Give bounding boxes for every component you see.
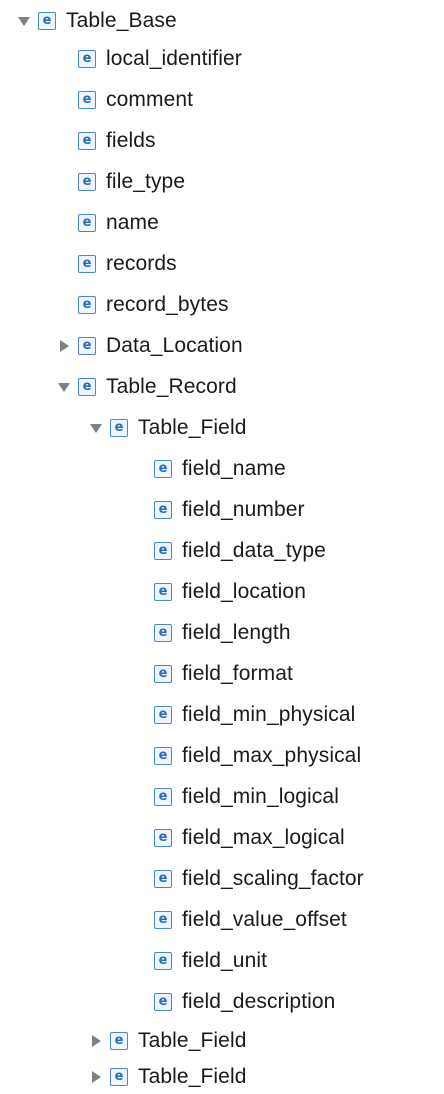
element-icon: e: [78, 91, 96, 109]
tree-node-label: field_min_logical: [182, 785, 339, 808]
element-icon: e: [154, 706, 172, 724]
tree-node-label: field_max_physical: [182, 744, 362, 767]
tree-node-field-value-offset[interactable]: e field_value_offset: [154, 903, 347, 937]
tree-node-label: Table_Base: [66, 9, 177, 32]
tree-node-field-location[interactable]: e field_location: [154, 575, 306, 609]
element-icon: e: [154, 747, 172, 765]
tree-node-label: field_value_offset: [182, 908, 347, 931]
tree-node-table-field-2[interactable]: e Table_Field: [86, 1024, 247, 1058]
tree-node-label: comment: [106, 88, 194, 111]
element-icon: e: [78, 337, 96, 355]
tree-node-label: Table_Field: [138, 1029, 247, 1052]
tree-node-field-max-logical[interactable]: e field_max_logical: [154, 821, 345, 855]
element-icon: e: [78, 214, 96, 232]
tree-node-field-length[interactable]: e field_length: [154, 616, 291, 650]
element-icon: e: [110, 1068, 128, 1086]
tree-node-table-base[interactable]: e Table_Base: [14, 4, 177, 38]
tree-node-label: field_length: [182, 621, 291, 644]
tree-node-label: Table_Field: [138, 416, 247, 439]
element-icon: e: [78, 255, 96, 273]
disclosure-collapsed-icon[interactable]: [54, 336, 74, 356]
tree-node-fields[interactable]: e fields: [78, 124, 156, 158]
tree-node-field-min-physical[interactable]: e field_min_physical: [154, 698, 355, 732]
element-icon: e: [154, 665, 172, 683]
element-icon: e: [78, 296, 96, 314]
tree-node-label: field_min_physical: [182, 703, 356, 726]
tree-node-comment[interactable]: e comment: [78, 83, 193, 117]
element-icon: e: [110, 419, 128, 437]
element-icon: e: [154, 501, 172, 519]
tree-node-field-unit[interactable]: e field_unit: [154, 944, 267, 978]
tree-node-label: field_data_type: [182, 539, 326, 562]
element-icon: e: [154, 583, 172, 601]
tree-node-label: field_name: [182, 457, 286, 480]
tree-node-field-data-type[interactable]: e field_data_type: [154, 534, 326, 568]
tree-node-table-field[interactable]: e Table_Field: [86, 411, 247, 445]
tree-node-label: local_identifier: [106, 47, 242, 70]
element-icon: e: [154, 870, 172, 888]
tree-node-label: record_bytes: [106, 293, 229, 316]
element-icon: e: [154, 460, 172, 478]
element-icon: e: [154, 624, 172, 642]
tree-node-label: field_max_logical: [182, 826, 345, 849]
element-icon: e: [154, 993, 172, 1011]
tree-node-label: field_scaling_factor: [182, 867, 364, 890]
element-icon: e: [38, 12, 56, 30]
element-icon: e: [154, 788, 172, 806]
tree-node-field-format[interactable]: e field_format: [154, 657, 293, 691]
tree-node-label: field_unit: [182, 949, 268, 972]
tree-node-label: field_location: [182, 580, 306, 603]
tree-node-label: Table_Record: [106, 375, 237, 398]
element-icon: e: [78, 378, 96, 396]
element-icon: e: [154, 952, 172, 970]
tree-node-field-name[interactable]: e field_name: [154, 452, 286, 486]
element-icon: e: [78, 50, 96, 68]
tree-node-records[interactable]: e records: [78, 247, 177, 281]
tree-node-label: fields: [106, 129, 156, 152]
tree-node-label: field_format: [182, 662, 293, 685]
tree-node-label: records: [106, 252, 177, 275]
disclosure-expanded-icon[interactable]: [54, 377, 74, 397]
element-icon: e: [154, 911, 172, 929]
disclosure-expanded-icon[interactable]: [14, 11, 34, 31]
disclosure-expanded-icon[interactable]: [86, 418, 106, 438]
element-icon: e: [78, 132, 96, 150]
tree-node-label: file_type: [106, 170, 186, 193]
tree-node-field-scaling-factor[interactable]: e field_scaling_factor: [154, 862, 364, 896]
tree-node-label: Data_Location: [106, 334, 243, 357]
disclosure-collapsed-icon[interactable]: [86, 1031, 106, 1051]
element-icon: e: [154, 542, 172, 560]
tree-node-field-max-physical[interactable]: e field_max_physical: [154, 739, 361, 773]
tree-node-field-number[interactable]: e field_number: [154, 493, 305, 527]
tree-node-data-location[interactable]: e Data_Location: [54, 329, 243, 363]
element-icon: e: [78, 173, 96, 191]
tree-node-label: field_description: [182, 990, 336, 1013]
tree-node-label: field_number: [182, 498, 305, 521]
tree-node-record-bytes[interactable]: e record_bytes: [78, 288, 229, 322]
tree-node-table-field-3[interactable]: e Table_Field: [86, 1060, 247, 1094]
tree-node-table-record[interactable]: e Table_Record: [54, 370, 237, 404]
tree-node-label: Table_Field: [138, 1065, 247, 1088]
tree-node-field-description[interactable]: e field_description: [154, 985, 335, 1019]
tree-node-field-min-logical[interactable]: e field_min_logical: [154, 780, 339, 814]
element-icon: e: [110, 1032, 128, 1050]
element-icon: e: [154, 829, 172, 847]
tree-node-file-type[interactable]: e file_type: [78, 165, 185, 199]
tree-node-local-identifier[interactable]: e local_identifier: [78, 42, 242, 76]
tree-node-label: name: [106, 211, 159, 234]
tree-node-name[interactable]: e name: [78, 206, 159, 240]
disclosure-collapsed-icon[interactable]: [86, 1067, 106, 1087]
